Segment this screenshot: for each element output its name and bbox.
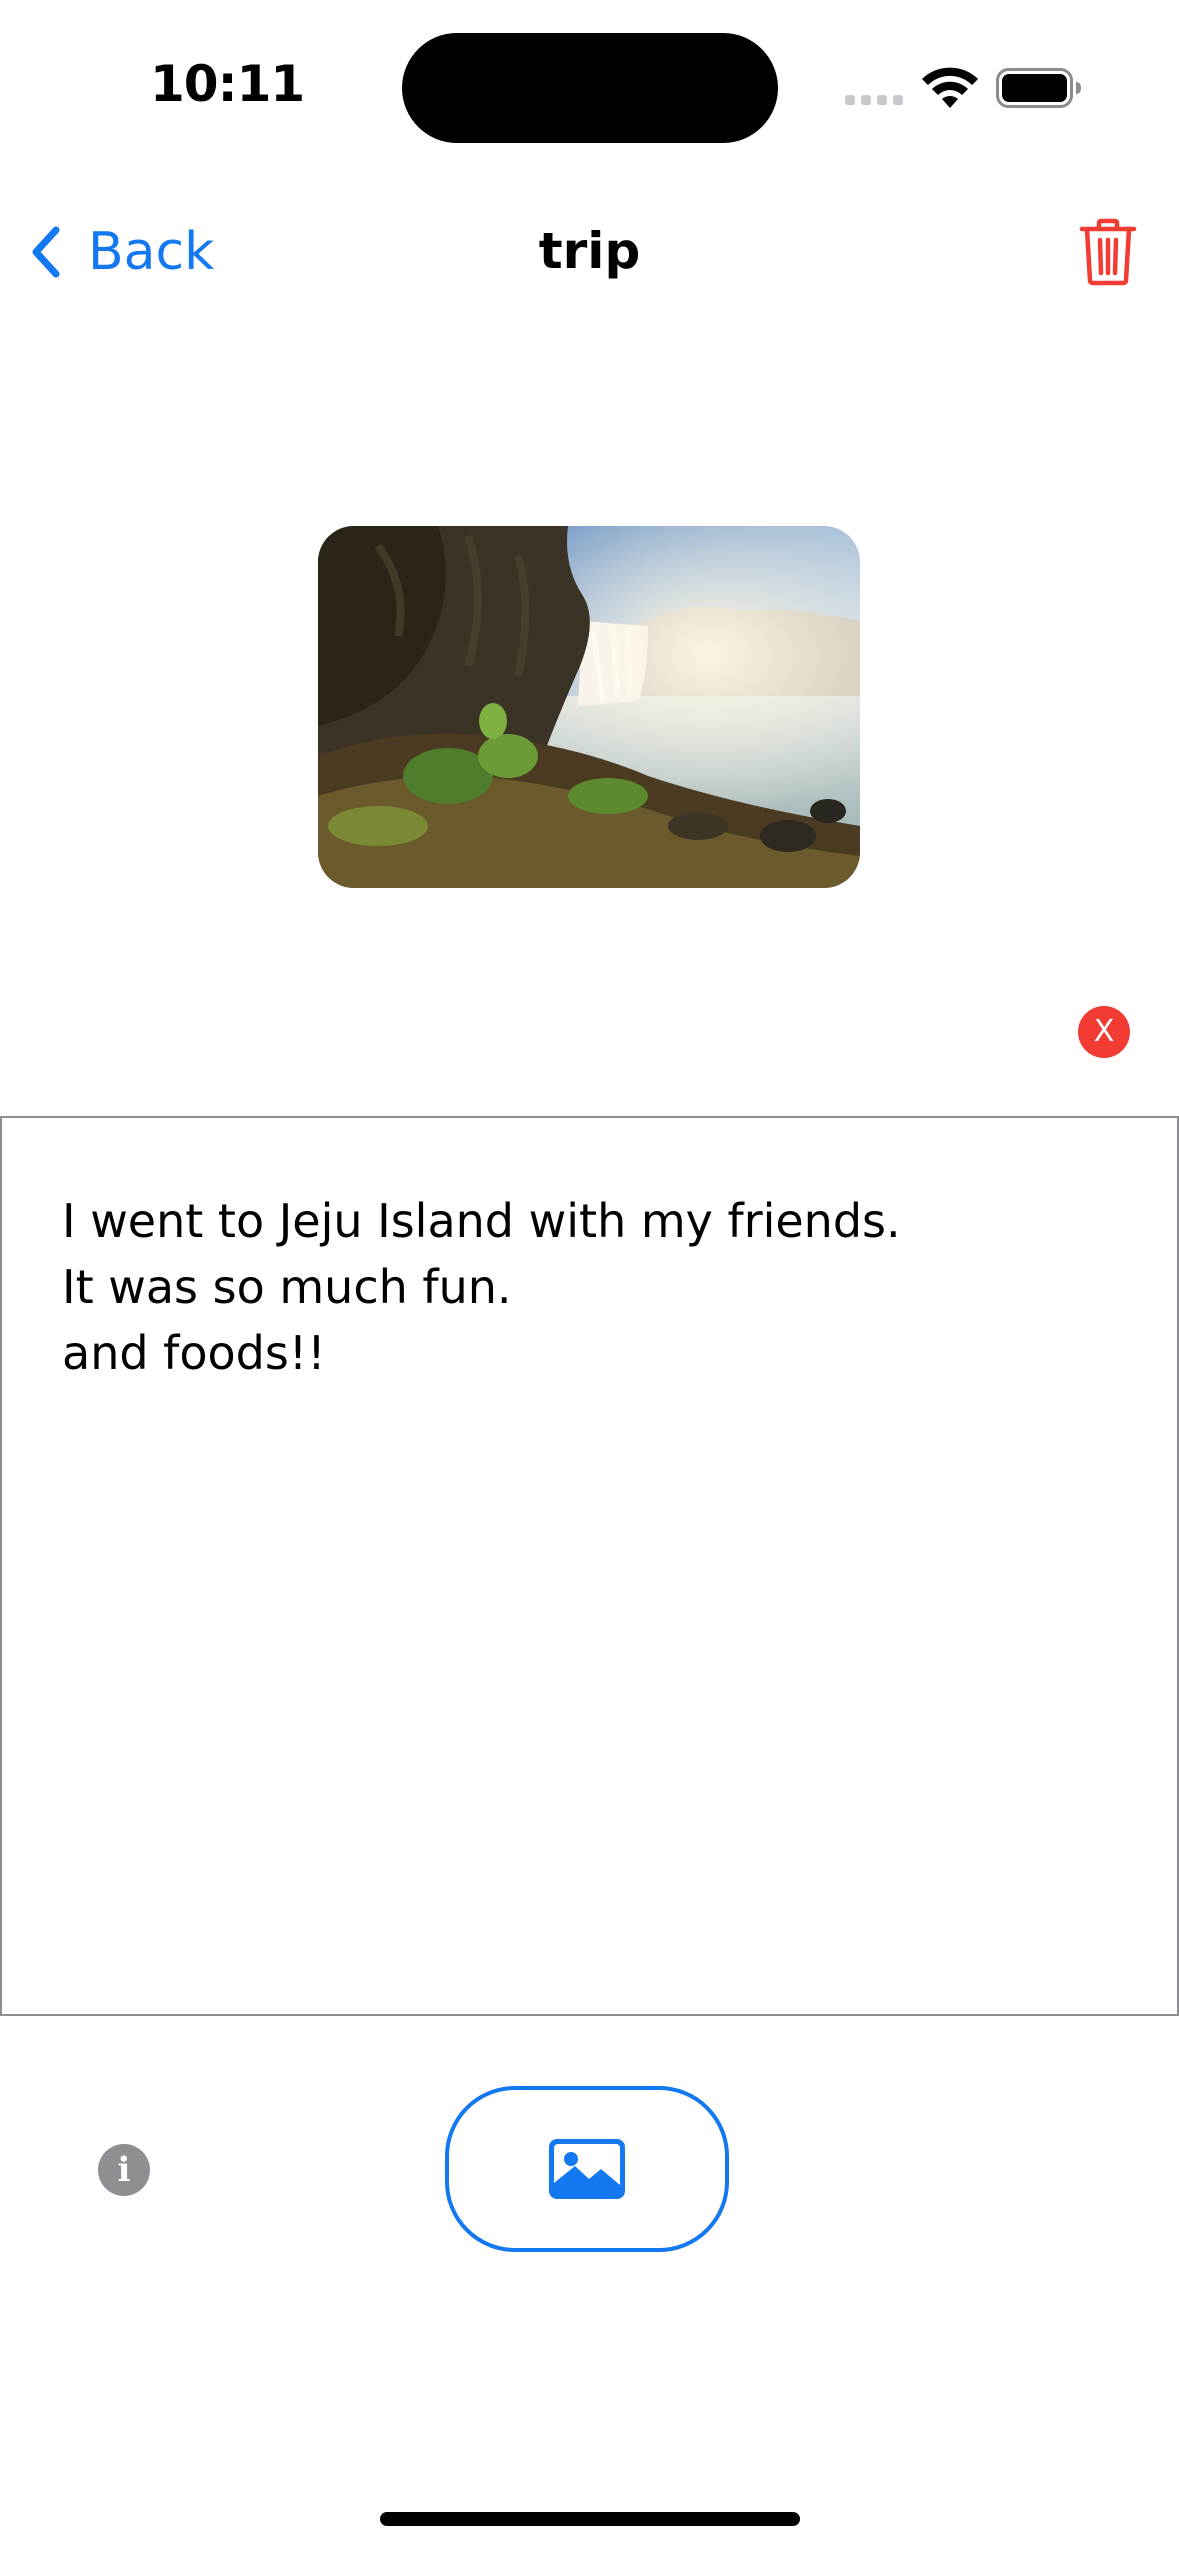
trip-photo xyxy=(318,526,860,888)
home-indicator xyxy=(380,2512,800,2526)
page-title: trip xyxy=(538,222,641,280)
battery-icon xyxy=(996,68,1081,108)
photo-icon xyxy=(549,2139,625,2199)
status-time: 10:11 xyxy=(150,55,305,113)
dynamic-island xyxy=(402,33,778,143)
memo-text[interactable]: I went to Jeju Island with my friends. I… xyxy=(62,1188,1122,1386)
cellular-signal-icon xyxy=(845,95,903,105)
add-photo-button[interactable] xyxy=(445,2086,729,2252)
trash-icon[interactable] xyxy=(1078,218,1138,286)
remove-photo-button[interactable]: X xyxy=(1078,1006,1130,1058)
wifi-icon xyxy=(922,67,978,108)
info-icon[interactable]: i xyxy=(98,2144,150,2196)
